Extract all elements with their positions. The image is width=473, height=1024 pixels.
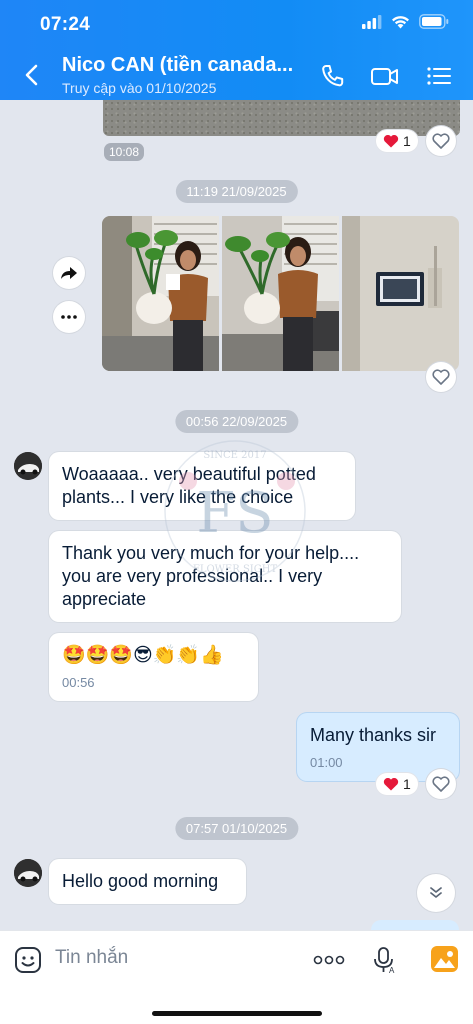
heart-icon [432, 133, 450, 149]
date-separator: 07:57 01/10/2025 [174, 817, 299, 840]
phone-icon[interactable] [318, 62, 348, 90]
avatar-image [14, 452, 42, 480]
emoji-message-text: 🤩🤩🤩😎👏👏👍 [62, 644, 224, 666]
message-bubble-incoming[interactable]: Thank you very much for your help.... yo… [49, 531, 401, 622]
plant-photo-image [102, 216, 219, 371]
heart-reaction-icon [383, 134, 399, 148]
shared-photo-2[interactable] [222, 216, 339, 371]
message-text: Woaaaaa.. very beautiful potted plants..… [62, 464, 316, 507]
react-button[interactable] [426, 769, 456, 799]
scroll-to-bottom-button[interactable] [417, 874, 455, 912]
house-number-photo-image [342, 216, 459, 371]
video-call-icon[interactable] [370, 62, 400, 90]
svg-text:A: A [389, 966, 395, 974]
status-time: 07:24 [40, 14, 91, 35]
heart-icon [432, 776, 450, 792]
image-icon[interactable] [430, 945, 459, 973]
more-button[interactable] [53, 301, 85, 333]
message-bubble-outgoing-partial [371, 920, 459, 930]
home-indicator [152, 1011, 322, 1016]
message-input[interactable]: Tin nhắn [55, 947, 128, 969]
message-composer: Tin nhắn A [0, 930, 473, 1024]
react-button[interactable] [426, 362, 456, 392]
message-time: 10:08 [104, 143, 145, 161]
message-text: Thank you very much for your help.... yo… [62, 543, 360, 609]
message-text: Hello good morning [62, 871, 219, 891]
message-time: 00:56 [62, 675, 95, 690]
last-seen-text: Truy cập vào 01/10/2025 [62, 80, 217, 96]
message-bubble-incoming[interactable]: Woaaaaa.. very beautiful potted plants..… [49, 452, 355, 520]
battery-icon [419, 14, 449, 29]
avatar[interactable] [14, 859, 42, 887]
forward-button[interactable] [53, 257, 85, 289]
reaction-count: 1 [403, 133, 411, 149]
reaction-badge[interactable]: 1 [376, 130, 418, 152]
shared-photo-1[interactable] [102, 216, 219, 371]
chat-area[interactable]: 1 10:08 11:19 21/09/2025 00:56 22/09/202… [0, 100, 473, 930]
date-separator: 00:56 22/09/2025 [174, 410, 299, 433]
chat-title[interactable]: Nico CAN (tiền canada... [62, 54, 302, 77]
chevron-down-icon [430, 887, 442, 898]
message-bubble-incoming[interactable]: Hello good morning [49, 859, 246, 904]
back-icon[interactable] [20, 62, 46, 88]
heart-icon [432, 369, 450, 385]
plant-photo-image [222, 216, 339, 371]
more-icon [61, 315, 77, 319]
shared-photo-3[interactable] [342, 216, 459, 371]
message-time: 01:00 [310, 755, 343, 770]
forward-icon [61, 267, 77, 279]
heart-reaction-icon [383, 777, 399, 791]
react-button[interactable] [426, 126, 456, 156]
voice-icon[interactable]: A [372, 946, 398, 974]
date-separator: 11:19 21/09/2025 [175, 180, 298, 203]
sticker-icon[interactable] [14, 946, 42, 974]
status-icons [362, 14, 449, 29]
chat-header: 07:24 Nico CAN (tiền canada... Truy cập … [0, 0, 473, 100]
message-text: Many thanks sir [310, 725, 437, 745]
avatar[interactable] [14, 452, 42, 480]
menu-list-icon[interactable] [424, 62, 454, 90]
wifi-icon [392, 15, 409, 28]
message-bubble-incoming[interactable]: 🤩🤩🤩😎👏👏👍 00:56 [49, 633, 258, 701]
reaction-count: 1 [403, 776, 411, 792]
signal-icon [362, 14, 382, 29]
avatar-image [14, 859, 42, 887]
reaction-badge[interactable]: 1 [376, 773, 418, 795]
more-options-icon[interactable] [313, 955, 345, 965]
